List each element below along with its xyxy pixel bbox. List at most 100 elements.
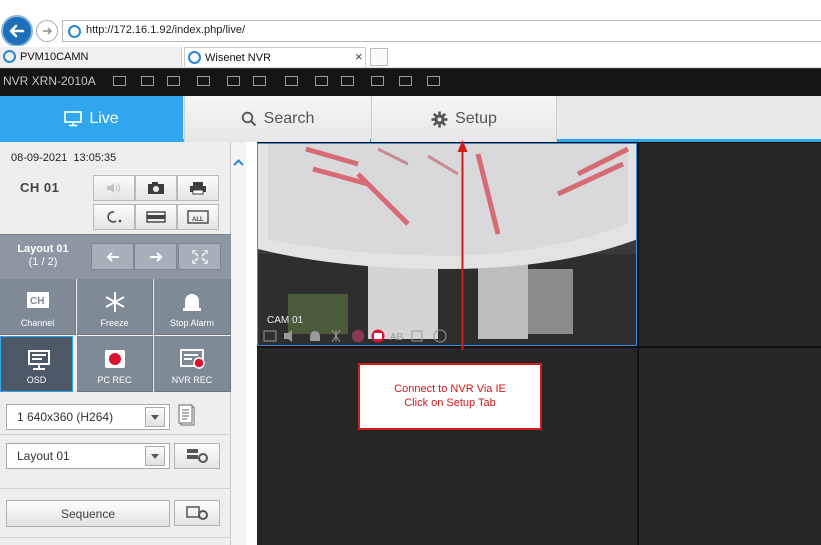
close-tab-icon[interactable]: ×: [355, 49, 363, 64]
stop-alarm-button-label: Stop Alarm: [169, 318, 215, 328]
hdd-no-icon: [196, 74, 212, 88]
network-cost-icon: [284, 74, 300, 88]
wrench-icon: [112, 74, 128, 88]
hdd-fail-icon: [226, 74, 242, 88]
browser-forward-button[interactable]: [36, 20, 58, 42]
tab-search-label: Search: [263, 110, 315, 127]
channel-button[interactable]: CH Channel: [0, 279, 76, 335]
stream-info-button[interactable]: [178, 404, 198, 433]
fullscreen-button[interactable]: [178, 243, 221, 270]
printer-icon: [190, 182, 206, 195]
fan-icon-shape: [399, 76, 412, 86]
all-tag: ALL: [192, 217, 204, 223]
arrow-right-icon: [149, 251, 162, 262]
ch-icon-text: CH: [30, 296, 44, 307]
browser-tab-wisenet-nvr[interactable]: Wisenet NVR: [184, 47, 366, 67]
osd-icon: [28, 350, 50, 370]
divider: [0, 488, 231, 489]
sequence-settings-button[interactable]: [174, 500, 220, 526]
hdd-fail-icon-shape: [227, 76, 240, 86]
nvr-rec-button[interactable]: NVR REC: [154, 336, 231, 392]
monitor-icon-shape: [315, 76, 328, 86]
osd-button-label: OSD: [26, 375, 47, 385]
ie-favicon-icon: [3, 50, 16, 63]
fit-all-button[interactable]: ALL: [177, 204, 219, 230]
aspect-ratio-icon: [146, 211, 166, 223]
divider: [0, 537, 231, 538]
layers-icon-shape: [427, 76, 440, 86]
monitor-icon: [314, 74, 330, 88]
instruction-callout: Connect to NVR Via IE Click on Setup Tab: [358, 363, 542, 430]
svg-text:AB: AB: [390, 332, 404, 343]
tab-live-label: Live: [89, 110, 119, 127]
panel-scrollbar[interactable]: [231, 142, 246, 545]
grid-settings-icon: [187, 449, 208, 463]
chevron-up-icon: [233, 159, 244, 166]
live-time: 13:05:35: [73, 152, 117, 164]
new-tab-button[interactable]: [370, 48, 388, 66]
browser-tab-label: Wisenet NVR: [205, 52, 272, 64]
url-text[interactable]: http://172.16.1.92/index.php/live/: [86, 24, 245, 36]
print-button[interactable]: [177, 175, 219, 201]
video-cell-cam-01[interactable]: [257, 143, 637, 346]
video-cell-4[interactable]: [639, 348, 821, 545]
layout-dropdown-arrow[interactable]: [145, 446, 165, 466]
sequence-button[interactable]: Sequence: [6, 500, 170, 527]
ptz-button[interactable]: [93, 204, 135, 230]
pc-rec-button[interactable]: PC REC: [77, 336, 153, 392]
freeze-button[interactable]: Freeze: [77, 279, 153, 335]
camera-icon: [148, 182, 164, 194]
stream-profile-value: 1 640x360 (H264): [17, 410, 114, 424]
snowflake-icon: [105, 292, 125, 312]
hdd-icon: [140, 74, 156, 88]
tab-setup[interactable]: Setup: [371, 96, 557, 142]
search-icon: [241, 111, 256, 127]
speaker-icon: [107, 183, 121, 193]
freeze-button-label: Freeze: [100, 318, 129, 328]
hdd-no-icon-shape: [197, 76, 210, 86]
osd-button[interactable]: OSD: [0, 336, 73, 392]
tv-off-icon-shape: [371, 76, 384, 86]
audio-button[interactable]: [93, 175, 135, 201]
browser-tab-pvm10camn[interactable]: PVM10CAMN: [0, 47, 182, 67]
back-arrow-icon: [9, 24, 25, 38]
alarm-bell-icon: [183, 294, 201, 311]
forward-arrow-icon: [43, 27, 52, 35]
nvr-record-icon: [180, 349, 205, 369]
tab-search[interactable]: Search: [184, 96, 370, 142]
stop-alarm-button[interactable]: Stop Alarm: [154, 279, 231, 335]
monitor-icon: [64, 111, 83, 127]
network-cost-icon-shape: [285, 76, 298, 86]
wrench-icon-shape: [113, 76, 126, 86]
browser-tab-label: PVM10CAMN: [20, 51, 89, 63]
record-icon-shape: [253, 76, 266, 86]
display-icon-shape: [341, 76, 354, 86]
tab-live[interactable]: Live: [0, 96, 183, 142]
tv-off-icon: [370, 74, 386, 88]
camera-osd-icons: AB: [263, 329, 447, 343]
layout-next-button[interactable]: [134, 243, 177, 270]
ptz-rotate-icon: [107, 211, 122, 223]
browser-back-button[interactable]: [1, 15, 33, 47]
layout-prev-button[interactable]: [91, 243, 134, 270]
layers-icon: [426, 74, 442, 88]
arrow-left-icon: [106, 251, 119, 262]
document-icon: [178, 404, 195, 426]
stream-profile-dropdown-arrow[interactable]: [145, 407, 165, 427]
hdd-icon-shape: [141, 76, 154, 86]
fit-screen-button[interactable]: [135, 204, 177, 230]
video-cell-2[interactable]: [639, 143, 821, 346]
layout-select-value: Layout 01: [17, 449, 70, 463]
fan-icon: [398, 74, 414, 88]
channel-label: CH 01: [20, 180, 60, 195]
aspect-ratio-all-icon: ALL: [187, 210, 209, 224]
sequence-settings-icon: [186, 506, 208, 520]
capture-button[interactable]: [135, 175, 177, 201]
ie-favicon-icon: [188, 51, 201, 64]
pc-rec-button-label: PC REC: [97, 375, 132, 385]
hdd-full-icon-shape: [167, 76, 180, 86]
divider: [0, 434, 231, 435]
tab-setup-label: Setup: [455, 110, 497, 127]
layout-settings-button[interactable]: [174, 443, 220, 469]
annotation-arrow: [457, 140, 468, 350]
